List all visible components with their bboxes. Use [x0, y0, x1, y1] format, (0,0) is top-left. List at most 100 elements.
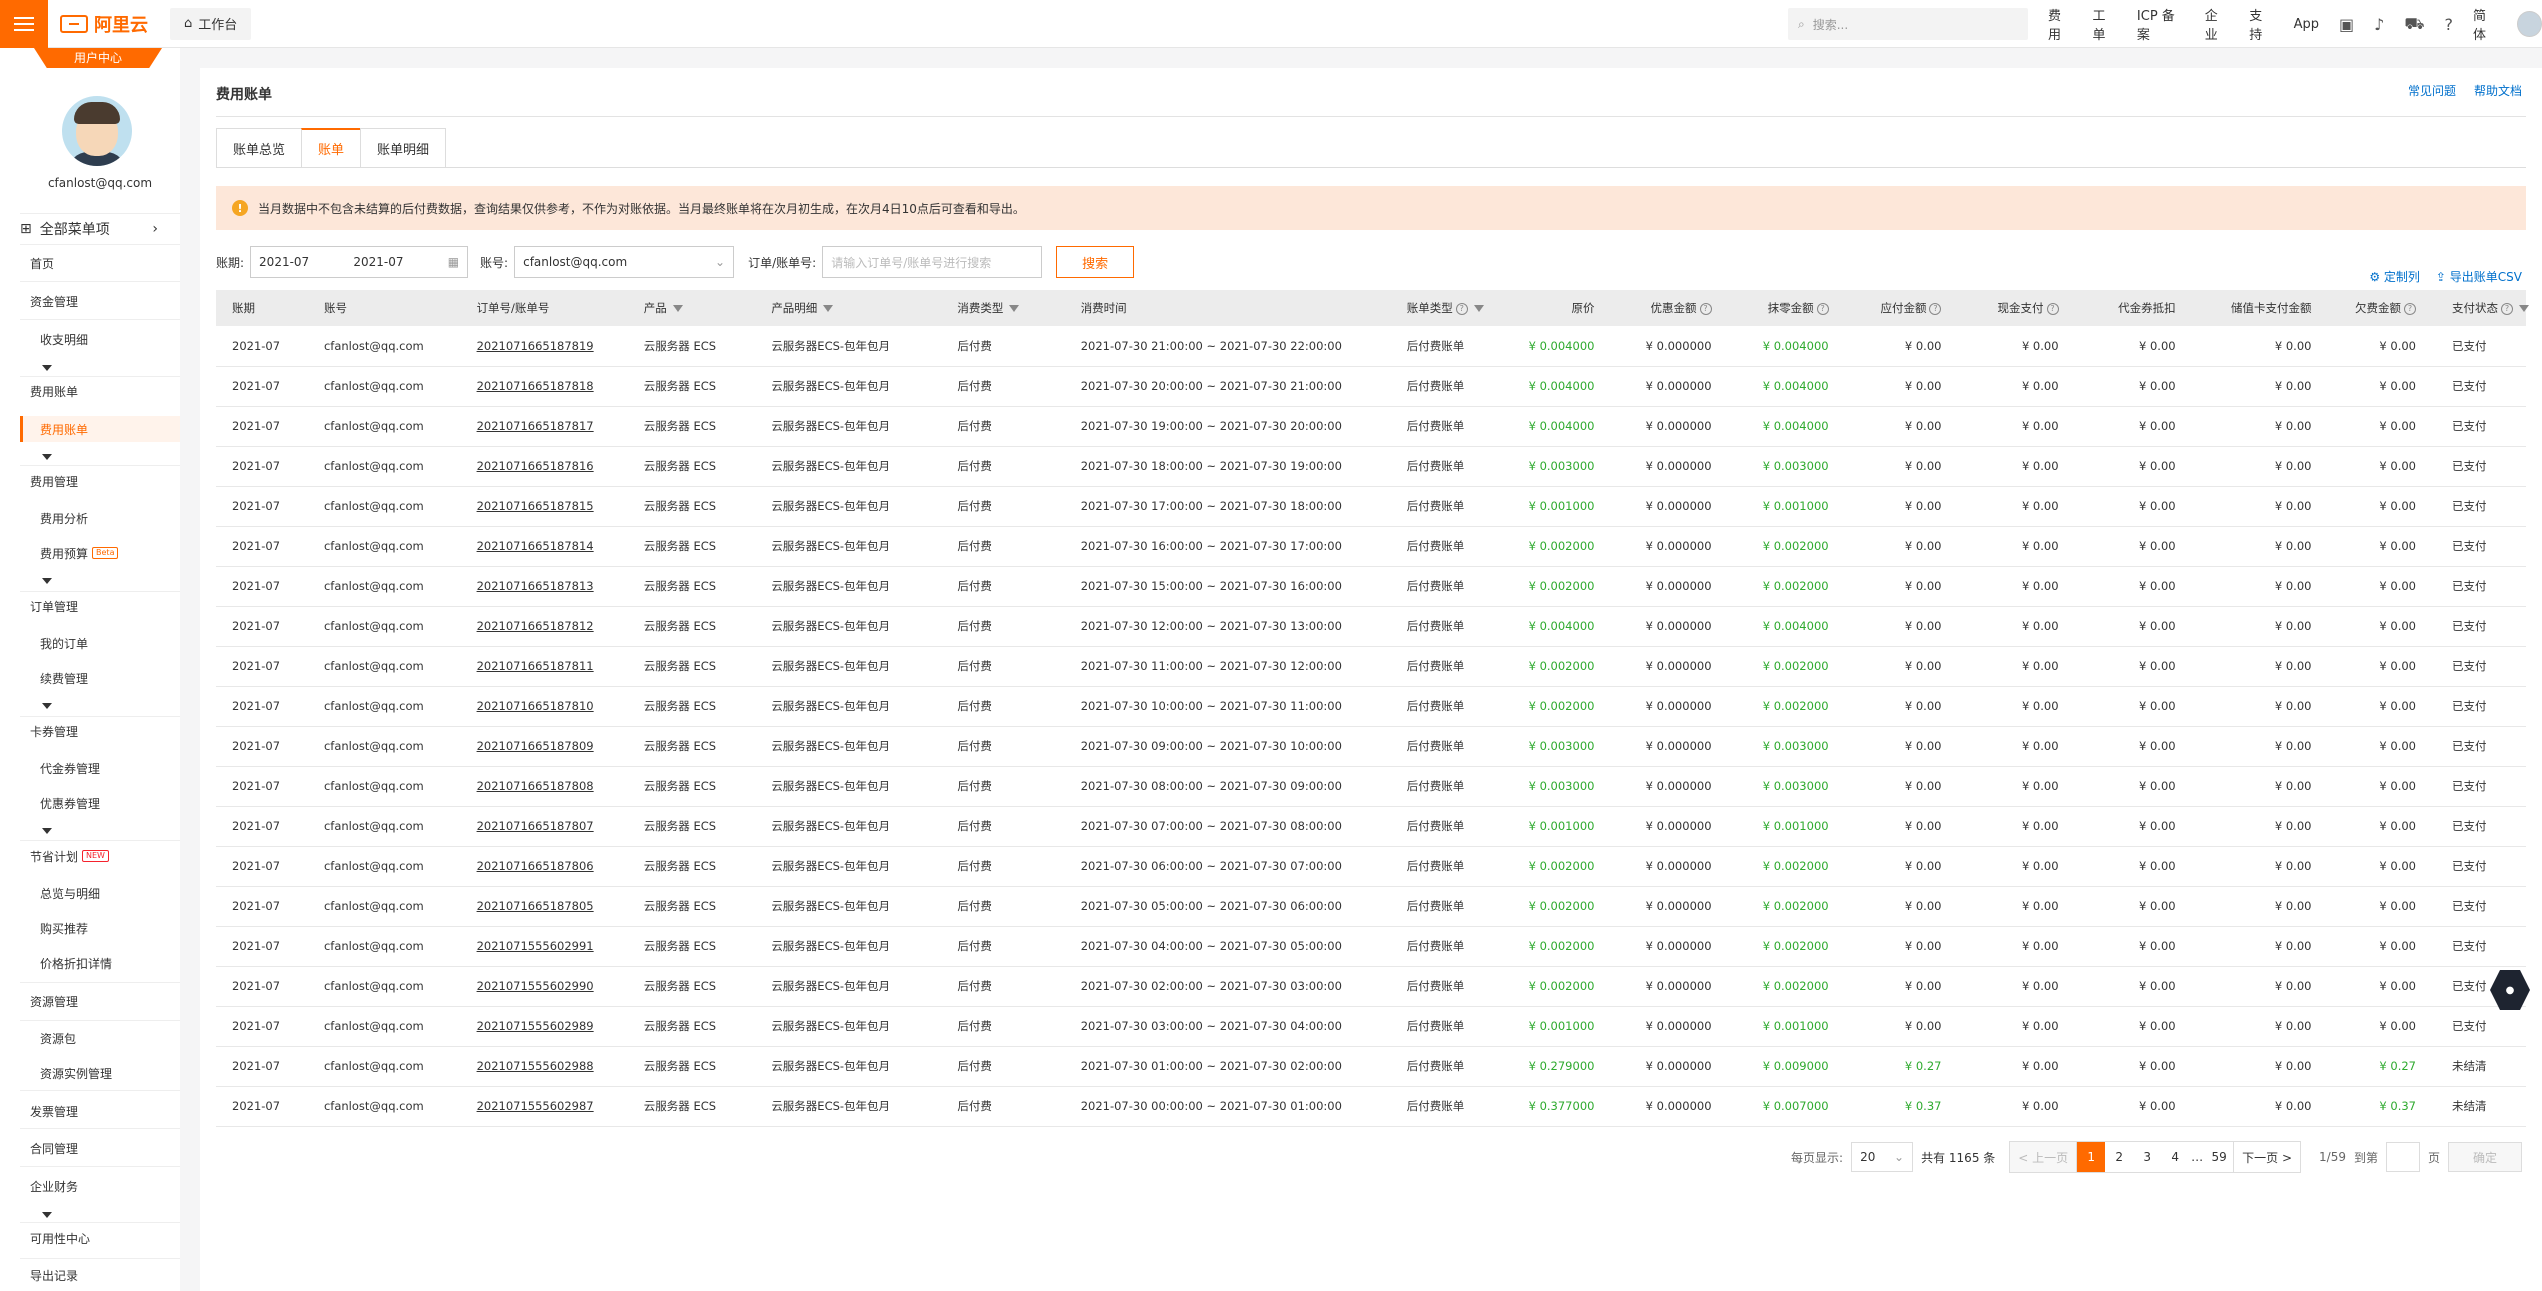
sidebar-item[interactable]: 卡券管理	[30, 718, 180, 744]
order-number-link[interactable]: 2021071665187818	[460, 366, 628, 407]
tab-overview[interactable]: 账单总览	[216, 128, 302, 168]
sidebar-item[interactable]: 费用账单	[20, 416, 180, 442]
nav-tickets[interactable]: 工单	[2092, 5, 2116, 43]
sidebar-item[interactable]: 优惠券管理	[40, 790, 180, 816]
filter-icon[interactable]	[2518, 305, 2529, 312]
language-switch[interactable]: 简体	[2473, 5, 2497, 43]
sidebar-item[interactable]: 资源实例管理	[40, 1060, 180, 1086]
help-icon[interactable]: ?	[2500, 302, 2513, 315]
collapse-caret-icon[interactable]	[42, 454, 52, 460]
order-number-link[interactable]: 2021071665187817	[460, 406, 628, 447]
help-icon[interactable]: ?	[1816, 302, 1829, 315]
order-number-link[interactable]: 2021071555602987	[460, 1086, 628, 1127]
nav-app[interactable]: App	[2294, 17, 2319, 32]
bell-icon[interactable]: ♪	[2374, 15, 2384, 34]
image-icon[interactable]: ▣	[2339, 15, 2354, 34]
nav-icp[interactable]: ICP 备案	[2137, 5, 2185, 43]
sidebar-item[interactable]: 可用性中心	[30, 1225, 180, 1251]
collapse-caret-icon[interactable]	[42, 365, 52, 371]
help-doc-link[interactable]: 帮助文档	[2474, 82, 2522, 99]
sidebar-item[interactable]: 续费管理	[40, 665, 180, 691]
sidebar-item[interactable]: 代金券管理	[40, 755, 180, 781]
account-select[interactable]: cfanlost@qq.com ⌄	[514, 246, 735, 278]
sidebar-item[interactable]: 资金管理	[30, 288, 180, 314]
sidebar-item[interactable]: 费用账单	[30, 378, 180, 404]
order-number-link[interactable]: 2021071665187808	[460, 766, 628, 807]
sidebar-item[interactable]: 购买推荐	[40, 915, 180, 941]
order-number-link[interactable]: 2021071665187810	[460, 686, 628, 727]
collapse-caret-icon[interactable]	[42, 1212, 52, 1218]
order-number-link[interactable]: 2021071665187805	[460, 886, 628, 927]
sidebar-item[interactable]: 合同管理	[30, 1135, 180, 1161]
menu-hamburger-icon[interactable]	[0, 0, 48, 48]
tab-bill-detail[interactable]: 账单明细	[360, 128, 447, 168]
sidebar-item[interactable]: 订单管理	[30, 593, 180, 619]
filter-icon[interactable]	[672, 305, 683, 312]
customize-columns-button[interactable]: ⚙ 定制列	[2369, 268, 2420, 285]
order-number-link[interactable]: 2021071665187806	[460, 846, 628, 887]
goto-page-input[interactable]	[2385, 1142, 2420, 1172]
top-search-input[interactable]: ⌕ 搜索...	[1788, 8, 2028, 40]
period-range-picker[interactable]: 2021-07 2021-07 ▦	[250, 246, 469, 278]
confirm-button[interactable]: 确定	[2448, 1142, 2522, 1172]
collapse-caret-icon[interactable]	[42, 578, 52, 584]
filter-icon[interactable]	[823, 305, 834, 312]
next-page-button[interactable]: 下一页 >	[2233, 1142, 2301, 1172]
page-size-select[interactable]: 20 ⌄	[1851, 1142, 1914, 1172]
order-search-input[interactable]: 请输入订单号/账单号进行搜索	[822, 246, 1043, 278]
page-3[interactable]: 3	[2133, 1142, 2161, 1172]
tab-bill[interactable]: 账单	[301, 128, 361, 168]
nav-enterprise[interactable]: 企业	[2205, 5, 2229, 43]
collapse-caret-icon[interactable]	[42, 703, 52, 709]
all-menu-button[interactable]: ⊞ 全部菜单项 ›	[20, 213, 180, 245]
order-number-link[interactable]: 2021071665187814	[460, 526, 628, 567]
collapse-caret-icon[interactable]	[42, 828, 52, 834]
workbench-button[interactable]: ⌂ 工作台	[170, 7, 252, 40]
sidebar-item[interactable]: 资源管理	[30, 988, 180, 1014]
sidebar-item[interactable]: 节省计划 NEW	[30, 843, 180, 869]
order-number-link[interactable]: 2021071665187811	[460, 646, 628, 687]
sidebar-item[interactable]: 导出记录	[30, 1262, 180, 1288]
sidebar-item[interactable]: 资源包	[40, 1025, 180, 1051]
sidebar-item[interactable]: 企业财务	[30, 1173, 180, 1199]
order-number-link[interactable]: 2021071665187813	[460, 566, 628, 607]
order-number-link[interactable]: 2021071665187816	[460, 446, 628, 487]
aliyun-logo[interactable]: 阿里云	[60, 11, 148, 37]
search-button[interactable]: 搜索	[1056, 246, 1135, 278]
sidebar-item[interactable]: 我的订单	[40, 630, 180, 656]
cart-icon[interactable]: ⛟	[2404, 14, 2424, 35]
prev-page-button[interactable]: < 上一页	[2010, 1142, 2078, 1172]
order-number-link[interactable]: 2021071665187807	[460, 806, 628, 847]
export-csv-button[interactable]: ⇪ 导出账单CSV	[2436, 268, 2522, 285]
order-number-link[interactable]: 2021071555602991	[460, 926, 628, 967]
faq-link[interactable]: 常见问题	[2408, 82, 2456, 99]
order-number-link[interactable]: 2021071555602989	[460, 1006, 628, 1047]
help-icon[interactable]: ?	[1699, 302, 1712, 315]
sidebar-item[interactable]: 价格折扣详情	[40, 950, 180, 976]
page-59[interactable]: 59	[2205, 1142, 2233, 1172]
filter-icon[interactable]	[1009, 305, 1020, 312]
help-icon[interactable]: ?	[2445, 15, 2454, 34]
order-number-link[interactable]: 2021071665187819	[460, 326, 628, 367]
help-icon[interactable]: ?	[1455, 302, 1468, 315]
nav-fees[interactable]: 费用	[2048, 5, 2072, 43]
sidebar-item[interactable]: 总览与明细	[40, 880, 180, 906]
sidebar-item[interactable]: 收支明细	[40, 326, 180, 352]
filter-icon[interactable]	[1473, 305, 1484, 312]
user-avatar[interactable]	[2517, 11, 2542, 37]
page-2[interactable]: 2	[2105, 1142, 2133, 1172]
sidebar-item[interactable]: 费用管理	[30, 468, 180, 494]
order-number-link[interactable]: 2021071665187815	[460, 486, 628, 527]
sidebar-item[interactable]: 费用预算 Beta	[40, 540, 180, 566]
order-number-link[interactable]: 2021071555602990	[460, 966, 628, 1007]
sidebar-item[interactable]: 首页	[30, 250, 180, 276]
nav-support[interactable]: 支持	[2249, 5, 2273, 43]
page-1[interactable]: 1	[2077, 1142, 2106, 1172]
help-icon[interactable]: ?	[2403, 302, 2416, 315]
order-number-link[interactable]: 2021071665187812	[460, 606, 628, 647]
page-4[interactable]: 4	[2161, 1142, 2189, 1172]
help-icon[interactable]: ?	[1929, 302, 1942, 315]
sidebar-item[interactable]: 发票管理	[30, 1098, 180, 1124]
order-number-link[interactable]: 2021071555602988	[460, 1046, 628, 1087]
sidebar-item[interactable]: 费用分析	[40, 505, 180, 531]
